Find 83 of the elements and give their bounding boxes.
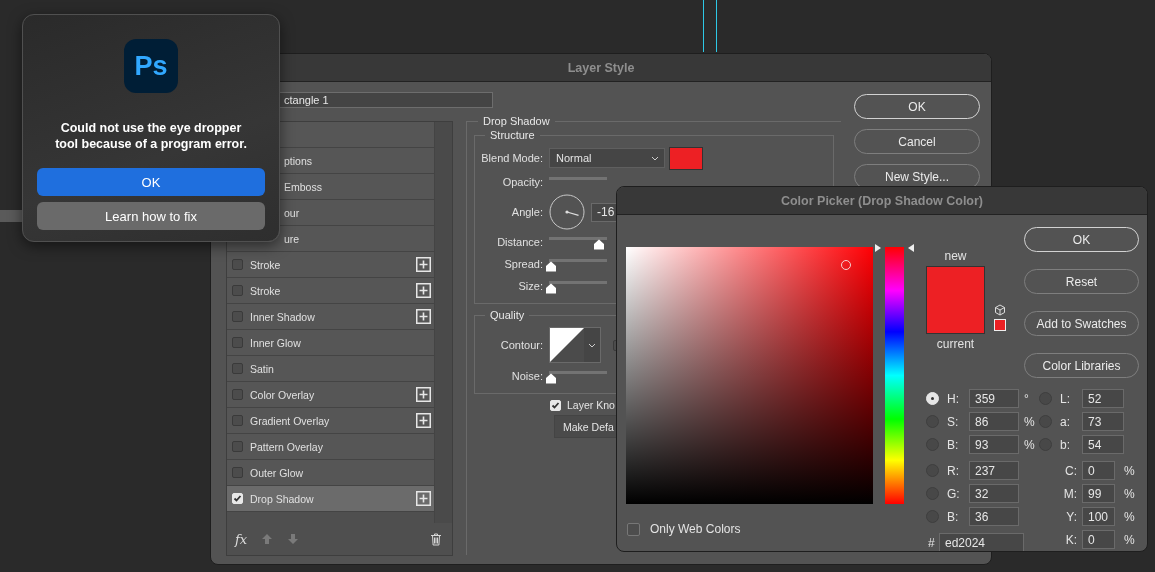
angle-input[interactable]: -16: [591, 202, 617, 222]
value-input[interactable]: 36: [969, 507, 1019, 526]
fx-button[interactable]: fx: [235, 531, 248, 547]
style-label: Outer Glow: [250, 466, 304, 479]
value-input[interactable]: 32: [969, 484, 1019, 503]
blend-mode-select[interactable]: Normal: [549, 148, 665, 168]
style-row[interactable]: Stroke: [227, 252, 435, 278]
field-label: H:: [947, 391, 960, 406]
field-label: a:: [1060, 414, 1071, 429]
group-title: Drop Shadow: [482, 115, 551, 127]
value-input[interactable]: 99: [1082, 484, 1115, 503]
unit-label: %: [1124, 509, 1135, 524]
field-label: S:: [947, 414, 960, 429]
value-input[interactable]: 52: [1082, 389, 1124, 408]
style-label: ptions: [284, 154, 313, 167]
group-title: Quality: [489, 309, 526, 321]
style-label: Inner Glow: [250, 336, 301, 349]
style-label: ure: [284, 232, 300, 245]
unit-label: %: [1024, 414, 1035, 429]
alert-button[interactable]: Learn how to fix: [37, 202, 265, 230]
value-input[interactable]: 100: [1082, 507, 1115, 526]
unit-label: %: [1024, 437, 1035, 452]
window-title: Color Picker (Drop Shadow Color): [780, 193, 984, 208]
field-label: C:: [1064, 463, 1078, 478]
field-label: Y:: [1065, 509, 1078, 524]
style-label: our: [284, 206, 300, 219]
unit-label: %: [1124, 463, 1135, 478]
field-label: G:: [947, 486, 961, 501]
field-label: R:: [947, 463, 960, 478]
value-input[interactable]: 237: [969, 461, 1019, 480]
value-input[interactable]: 86: [969, 412, 1019, 431]
field-label: #: [928, 535, 936, 550]
style-label: Drop Shadow: [250, 492, 314, 505]
style-row[interactable]: Gradient Overlay: [227, 408, 435, 434]
field-label: Noise:: [510, 370, 543, 382]
group-title: Structure: [489, 129, 536, 141]
field-label: b:: [1060, 437, 1071, 452]
style-row[interactable]: Pattern Overlay: [227, 434, 435, 460]
field-label: Size:: [517, 280, 543, 292]
style-label: Color Overlay: [250, 388, 315, 401]
field-label: K:: [1064, 532, 1078, 547]
checkbox-label: Layer Kno: [567, 399, 615, 411]
field-label: B:: [947, 509, 960, 524]
unit-label: %: [1124, 532, 1135, 547]
value-input[interactable]: 93: [969, 435, 1019, 454]
style-row[interactable]: Outer Glow: [227, 460, 435, 486]
value-input[interactable]: 0: [1082, 461, 1115, 480]
style-label: Pattern Overlay: [250, 440, 323, 453]
field-label: L:: [1060, 391, 1071, 406]
checkbox-label: Only Web Colors: [650, 522, 741, 536]
value-input[interactable]: 0: [1082, 530, 1115, 549]
style-label: Emboss: [284, 180, 322, 193]
app-icon: Ps: [124, 39, 178, 93]
field-label: Opacity:: [501, 176, 543, 188]
style-label: Inner Shadow: [250, 310, 315, 323]
style-label: Stroke: [250, 258, 281, 271]
style-label: Satin: [250, 362, 274, 375]
field-label: M:: [1062, 486, 1078, 501]
style-row[interactable]: Inner Shadow: [227, 304, 435, 330]
unit-label: %: [1124, 486, 1135, 501]
make-default-button[interactable]: Make Defa: [554, 415, 618, 438]
hex-input[interactable]: ed2024: [939, 533, 1024, 551]
field-label: Spread:: [503, 258, 543, 270]
style-label: Gradient Overlay: [250, 414, 330, 427]
value-input[interactable]: 73: [1082, 412, 1124, 431]
value-input[interactable]: 54: [1082, 435, 1124, 454]
style-row[interactable]: Inner Glow: [227, 330, 435, 356]
field-label: Contour:: [499, 339, 543, 351]
field-label: B:: [947, 437, 960, 452]
style-row[interactable]: Color Overlay: [227, 382, 435, 408]
style-row[interactable]: Drop Shadow: [227, 486, 435, 512]
new-label: new: [944, 249, 967, 263]
style-label: Stroke: [250, 284, 281, 297]
field-label: Distance:: [496, 236, 543, 248]
style-row[interactable]: Satin: [227, 356, 435, 382]
unit-label: °: [1024, 391, 1029, 406]
field-label: Angle:: [510, 206, 543, 218]
alert-button[interactable]: OK: [37, 168, 265, 196]
value-input[interactable]: 359: [969, 389, 1019, 408]
current-label: current: [936, 337, 975, 351]
style-row[interactable]: Stroke: [227, 278, 435, 304]
field-label: Blend Mode:: [481, 152, 543, 164]
window-title: Layer Style: [567, 60, 635, 75]
